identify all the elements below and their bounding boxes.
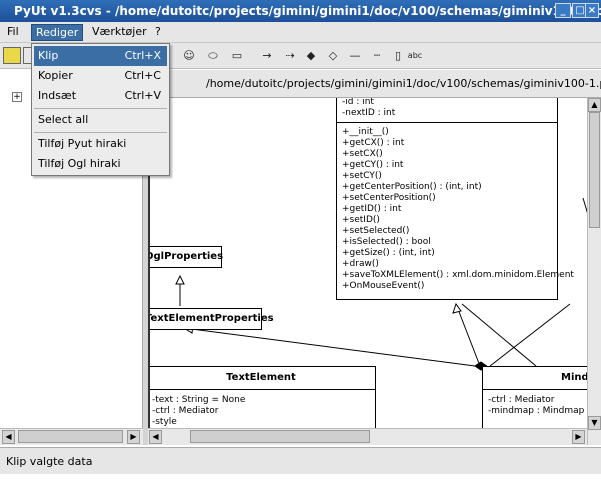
class-box-main[interactable]: -id : int -nextID : int +__init__() +get…: [336, 98, 574, 300]
class-name-mind: Mind: [483, 367, 587, 390]
method-onmouseevent: +OnMouseEvent(): [342, 281, 425, 291]
association-icon[interactable]: —: [344, 47, 366, 64]
method-isselected: +isSelected() : bool: [342, 237, 431, 247]
method-setid: +setID(): [342, 215, 380, 225]
menu-separator: [34, 132, 167, 133]
menu-separator: [34, 108, 167, 109]
method-setcy: +setCY(): [342, 171, 382, 181]
realization-icon[interactable]: ⇢: [279, 47, 301, 64]
field-mind-ctrl: -ctrl : Mediator: [488, 395, 555, 405]
menu-item-shortcut: Ctrl+C: [124, 69, 161, 82]
method-getcx: +getCX() : int: [342, 138, 405, 148]
method-getcenterposition: +getCenterPosition() : (int, int): [342, 182, 482, 192]
method-init: +__init__(): [342, 127, 389, 137]
rediger-menu: Klip Ctrl+X Kopier Ctrl+C Indsæt Ctrl+V …: [31, 43, 170, 176]
field-mindmap: -mindmap : Mindmap: [488, 406, 585, 416]
method-savetoxmlelement: +saveToXMLElement() : xml.dom.minidom.El…: [342, 270, 574, 280]
tree-scroll-left-icon[interactable]: ◀: [2, 430, 15, 444]
tree-scroll-thumb[interactable]: [18, 430, 123, 443]
class-icon[interactable]: ▭: [228, 47, 246, 64]
menu-item-label: Tilføj Pyut hiraki: [38, 137, 127, 150]
class-name-oglproperties: OglProperties: [148, 251, 224, 262]
tree-scroll-right-icon[interactable]: ▶: [127, 430, 140, 444]
document-path: /home/dutoitc/projects/gimini/gimini1/do…: [206, 77, 601, 90]
title-bar: PyUt v1.3cvs - /home/dutoitc/projects/gi…: [0, 0, 601, 22]
horizontal-scroll-thumb[interactable]: [190, 430, 370, 443]
field-ctrl: -ctrl : Mediator: [152, 406, 219, 416]
diagram-canvas[interactable]: -id : int -nextID : int +__init__() +get…: [148, 98, 587, 428]
menu-fil[interactable]: Fil: [3, 24, 23, 41]
menu-vaerktojer[interactable]: Værktøjer: [88, 24, 151, 41]
menu-bar: Fil Rediger Værktøjer ?: [0, 22, 601, 43]
class-name-textelement: TextElement: [150, 367, 375, 390]
vertical-scroll-thumb[interactable]: [589, 112, 600, 228]
menu-help[interactable]: ?: [151, 24, 165, 41]
use-case-icon[interactable]: ⬭: [204, 47, 222, 64]
method-setselected: +setSelected(): [342, 226, 410, 236]
class-box-textelementproperties[interactable]: TextElementProperties: [148, 308, 274, 330]
scroll-up-icon[interactable]: ▲: [588, 98, 601, 112]
composition-icon[interactable]: ◆: [300, 47, 322, 64]
menu-item-label: Kopier: [38, 69, 73, 82]
actor-icon[interactable]: ☺: [180, 47, 198, 64]
vertical-scrollbar[interactable]: ▲ ▼: [587, 98, 601, 445]
menu-item-label: Indsæt: [38, 89, 77, 102]
field-nextid: -nextID : int: [342, 108, 396, 118]
aggregation-icon[interactable]: ◇: [322, 47, 344, 64]
class-box-mind[interactable]: Mind -ctrl : Mediator -mindmap : Mindmap: [482, 366, 587, 428]
class-box-textelement[interactable]: TextElement -text : String = None -ctrl …: [150, 366, 376, 428]
field-text: -text : String = None: [152, 395, 246, 405]
menu-item-tilfoj-ogl-hiraki[interactable]: Tilføj Ogl hiraki: [34, 154, 167, 174]
method-setcx: +setCX(): [342, 149, 383, 159]
new-document-icon[interactable]: [3, 47, 21, 64]
menu-item-select-all[interactable]: Select all: [34, 110, 167, 130]
document-tab[interactable]: /home/dutoitc/projects/gimini/gimini1/do…: [148, 70, 601, 98]
menu-item-label: Select all: [38, 113, 89, 126]
text-icon[interactable]: abc: [404, 47, 426, 64]
scroll-right-icon[interactable]: ▶: [572, 430, 585, 444]
method-getsize: +getSize() : (int, int): [342, 248, 435, 258]
menu-item-tilfoj-pyut-hiraki[interactable]: Tilføj Pyut hiraki: [34, 134, 167, 154]
horizontal-scrollbar[interactable]: ◀ ▶: [148, 428, 587, 445]
class-separator: [337, 122, 557, 123]
method-getid: +getID() : int: [342, 204, 402, 214]
status-text: Klip valgte data: [6, 455, 93, 468]
class-box-oglproperties[interactable]: OglProperties: [148, 246, 224, 268]
menu-item-klip[interactable]: Klip Ctrl+X: [34, 46, 167, 66]
status-bar: Klip valgte data: [0, 447, 601, 474]
scroll-left-icon[interactable]: ◀: [149, 430, 162, 444]
menu-item-label: Klip: [38, 49, 59, 62]
window-title: PyUt v1.3cvs - /home/dutoitc/projects/gi…: [14, 4, 601, 18]
scroll-down-icon[interactable]: ▼: [588, 416, 601, 430]
close-button[interactable]: ×: [585, 3, 599, 18]
class-name-textelementproperties: TextElementProperties: [148, 313, 274, 324]
menu-item-indsaet[interactable]: Indsæt Ctrl+V: [34, 86, 167, 106]
inheritance-icon[interactable]: →: [256, 47, 278, 64]
menu-rediger[interactable]: Rediger: [31, 24, 84, 41]
method-getcy: +getCY() : int: [342, 160, 404, 170]
tree-horizontal-scrollbar[interactable]: ◀ ▶: [0, 428, 143, 445]
minimize-button[interactable]: _: [555, 3, 571, 18]
tree-expand-icon[interactable]: +: [12, 92, 22, 102]
menu-item-shortcut: Ctrl+X: [124, 49, 161, 62]
method-draw: +draw(): [342, 259, 379, 269]
menu-item-kopier[interactable]: Kopier Ctrl+C: [34, 66, 167, 86]
menu-item-label: Tilføj Ogl hiraki: [38, 157, 121, 170]
note-link-icon[interactable]: ┄: [366, 47, 388, 64]
menu-item-shortcut: Ctrl+V: [124, 89, 161, 102]
method-setcenterposition: +setCenterPosition(): [342, 193, 436, 203]
field-style: -style: [152, 417, 177, 427]
field-id: -id : int: [342, 98, 374, 107]
